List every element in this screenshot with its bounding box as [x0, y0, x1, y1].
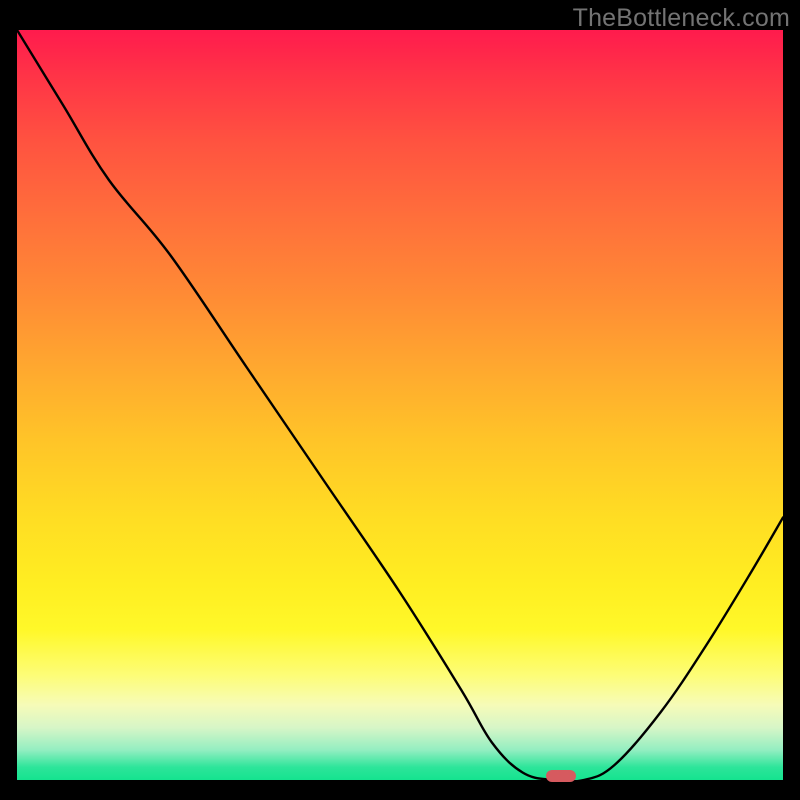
watermark-text: TheBottleneck.com: [573, 4, 790, 33]
plot-area: [17, 30, 783, 780]
chart-container: TheBottleneck.com: [0, 0, 800, 800]
optimal-marker: [546, 770, 576, 782]
